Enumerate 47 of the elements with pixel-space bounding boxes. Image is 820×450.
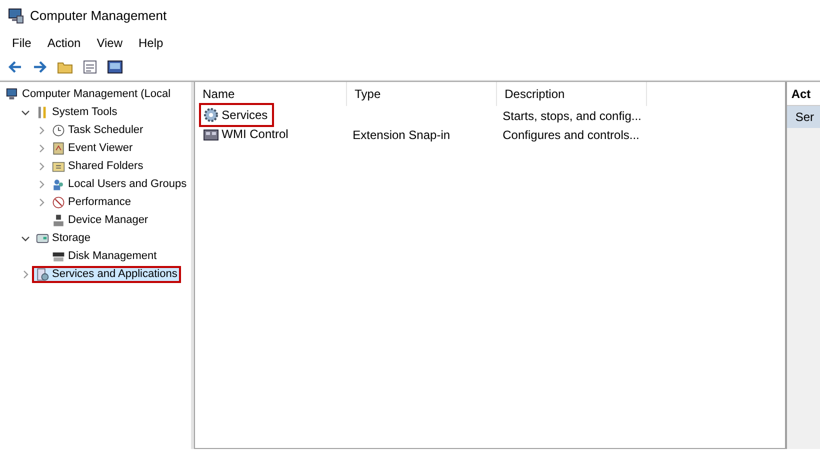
table-cell: Services [198, 103, 274, 127]
expand-caret-icon[interactable] [36, 162, 46, 170]
tree-item[interactable]: Device Manager [48, 212, 152, 228]
tree-item[interactable]: Task Scheduler [48, 122, 148, 138]
log-icon [52, 142, 65, 154]
column-header[interactable]: Description [496, 82, 647, 106]
expand-caret-icon[interactable] [36, 144, 46, 152]
tree-item[interactable]: Storage [32, 230, 95, 246]
monitor-icon [107, 59, 123, 75]
tree-item[interactable]: Event Viewer [48, 140, 137, 156]
table-cell: Starts, stops, and config... [502, 108, 642, 122]
expand-caret-icon[interactable] [36, 198, 46, 206]
tree-item[interactable]: Local Users and Groups [48, 176, 191, 192]
menu-item[interactable]: View [88, 32, 130, 54]
expand-caret-icon[interactable] [36, 126, 46, 134]
clock-icon [52, 124, 65, 136]
tree-item[interactable]: Shared Folders [48, 158, 148, 174]
column-header[interactable]: Name [194, 82, 347, 106]
tree-item[interactable]: Services and Applications [32, 266, 182, 282]
menu-item[interactable]: Help [130, 32, 172, 54]
performance-icon [52, 196, 65, 208]
shared-folder-icon [52, 160, 65, 172]
back-arrow-icon [7, 59, 23, 75]
expand-caret-icon[interactable] [36, 180, 46, 188]
gear-icon [202, 107, 219, 123]
actions-pane-entry[interactable]: Ser [787, 106, 820, 128]
table-cell: Extension Snap-in [352, 128, 450, 142]
tree-item[interactable]: Computer Management (Local [2, 86, 175, 102]
tree-item[interactable]: System Tools [32, 104, 122, 120]
computer-icon [6, 88, 19, 100]
actions-header: Act [787, 82, 820, 106]
menu-item[interactable]: Action [39, 32, 89, 54]
expand-caret-icon[interactable] [20, 270, 30, 278]
app-icon [8, 8, 24, 24]
tree-item[interactable]: Performance [48, 194, 135, 210]
disk-icon [52, 250, 65, 262]
tree-item[interactable]: Disk Management [48, 248, 161, 264]
menu-item[interactable]: File [4, 32, 40, 54]
document-icon [82, 59, 98, 75]
collapse-caret-icon[interactable] [20, 234, 30, 242]
forward-arrow-icon [32, 59, 48, 75]
window-title: Computer Management [30, 7, 167, 26]
column-header[interactable]: Type [346, 82, 497, 106]
users-icon [52, 178, 65, 190]
storage-icon [36, 232, 49, 244]
collapse-caret-icon[interactable] [20, 108, 30, 116]
table-cell: Configures and controls... [502, 128, 640, 142]
